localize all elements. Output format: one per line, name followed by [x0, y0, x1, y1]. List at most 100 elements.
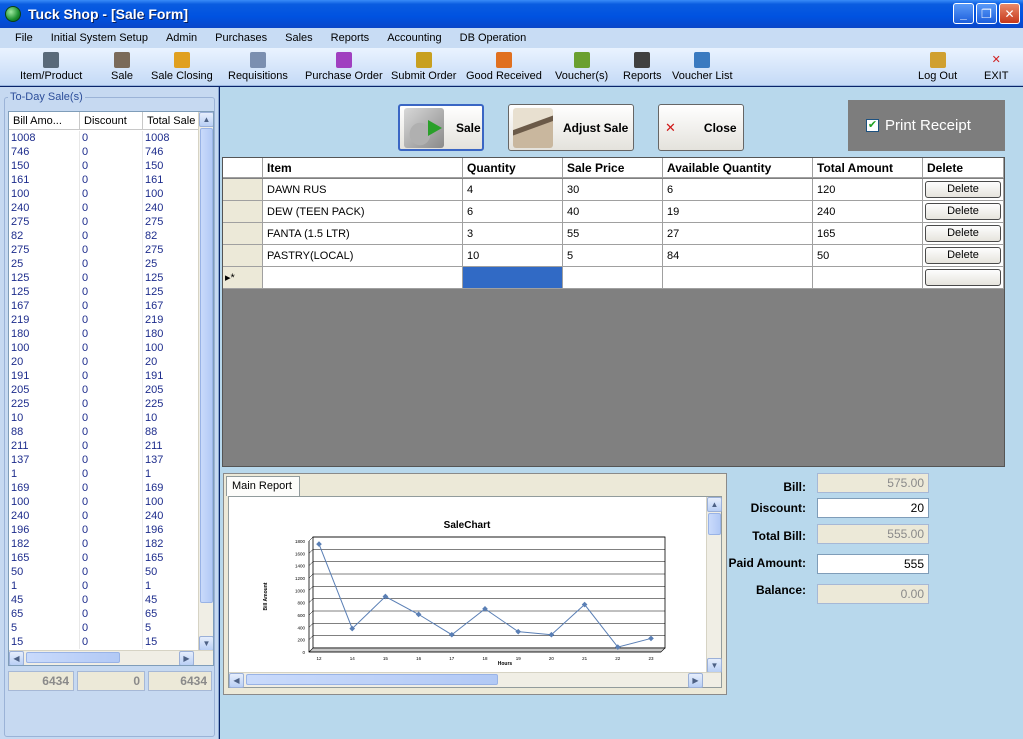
- menu-initial-system-setup[interactable]: Initial System Setup: [42, 32, 157, 44]
- sale-item-row[interactable]: DAWN RUS 4 30 6 120 Delete: [223, 179, 1004, 201]
- sale-row[interactable]: 746 0 746: [9, 145, 199, 159]
- sale-row[interactable]: 100 0 100: [9, 495, 199, 509]
- quantity-cell[interactable]: 6: [463, 201, 563, 223]
- row-selector[interactable]: [223, 179, 263, 201]
- sale-row[interactable]: 219 0 219: [9, 313, 199, 327]
- sale-row[interactable]: 125 0 125: [9, 285, 199, 299]
- sale-row[interactable]: 101: [9, 579, 199, 593]
- sale-item-row[interactable]: FANTA (1.5 LTR) 3 55 27 165 Delete: [223, 223, 1004, 245]
- print-receipt-checkbox[interactable]: ✔ Print Receipt: [848, 100, 1005, 151]
- toolbar-voucher-list-button[interactable]: Voucher List: [672, 52, 733, 82]
- item-cell[interactable]: DEW (TEEN PACK): [263, 201, 463, 223]
- col-bill-amount[interactable]: Bill Amo...: [9, 112, 80, 129]
- new-quantity-cell[interactable]: [463, 267, 563, 289]
- menu-file[interactable]: File: [6, 32, 42, 44]
- col-quantity[interactable]: Quantity: [463, 158, 563, 178]
- col-delete[interactable]: Delete: [923, 158, 1004, 178]
- sale-row[interactable]: 100 0 100: [9, 187, 199, 201]
- sale-row[interactable]: 165 0 165: [9, 551, 199, 565]
- discount-input[interactable]: 20: [817, 498, 929, 518]
- new-available-quantity-cell[interactable]: [663, 267, 813, 289]
- menu-db-operation[interactable]: DB Operation: [451, 32, 536, 44]
- menu-accounting[interactable]: Accounting: [378, 32, 450, 44]
- sale-row[interactable]: 137 0 137: [9, 453, 199, 467]
- sale-price-cell[interactable]: 30: [563, 179, 663, 201]
- sale-item-row[interactable]: DEW (TEEN PACK) 6 40 19 240 Delete: [223, 201, 1004, 223]
- sale-row[interactable]: 20 0 20: [9, 355, 199, 369]
- quantity-cell[interactable]: 10: [463, 245, 563, 267]
- scroll-thumb[interactable]: [200, 128, 213, 603]
- total-amount-cell[interactable]: 120: [813, 179, 923, 201]
- toolbar-good-received-button[interactable]: Good Received: [466, 52, 542, 82]
- sale-price-cell[interactable]: 5: [563, 245, 663, 267]
- sale-row[interactable]: 125 0 125: [9, 271, 199, 285]
- toolbar-vouchers-button[interactable]: Voucher(s): [555, 52, 608, 82]
- toolbar-purchase-order-button[interactable]: Purchase Order: [305, 52, 383, 82]
- new-total-amount-cell[interactable]: [813, 267, 923, 289]
- total-amount-cell[interactable]: 240: [813, 201, 923, 223]
- sale-row[interactable]: 240 0 240: [9, 509, 199, 523]
- toolbar-reports-button[interactable]: Reports: [623, 52, 662, 82]
- sale-row[interactable]: 211 0 211: [9, 439, 199, 453]
- sale-row[interactable]: 169 0 169: [9, 481, 199, 495]
- row-selector[interactable]: [223, 223, 263, 245]
- menu-admin[interactable]: Admin: [157, 32, 206, 44]
- col-sale-price[interactable]: Sale Price: [563, 158, 663, 178]
- item-cell[interactable]: DAWN RUS: [263, 179, 463, 201]
- toolbar-log-out-button[interactable]: Log Out: [918, 52, 957, 82]
- adjust-sale-button[interactable]: Adjust Sale: [508, 104, 634, 151]
- today-sales-vscroll[interactable]: ▲ ▼: [198, 112, 213, 651]
- menu-purchases[interactable]: Purchases: [206, 32, 276, 44]
- sale-row[interactable]: 65 0 65: [9, 607, 199, 621]
- new-item-cell[interactable]: [263, 267, 463, 289]
- sale-row[interactable]: 167 0 167: [9, 299, 199, 313]
- sale-row[interactable]: 191 0 191: [9, 369, 199, 383]
- delete-row-button[interactable]: Delete: [925, 247, 1001, 264]
- sale-row[interactable]: 240 0 240: [9, 201, 199, 215]
- report-hscroll[interactable]: ◀ ▶: [229, 672, 721, 688]
- new-row-delete-button[interactable]: [925, 269, 1001, 286]
- scroll-up-icon[interactable]: ▲: [199, 112, 213, 127]
- report-scroll-left-icon[interactable]: ◀: [229, 673, 244, 688]
- sale-row[interactable]: 275 0 275: [9, 243, 199, 257]
- total-amount-cell[interactable]: 50: [813, 245, 923, 267]
- total-amount-cell[interactable]: 165: [813, 223, 923, 245]
- sale-row[interactable]: 196 0 196: [9, 523, 199, 537]
- sale-button[interactable]: Sale: [398, 104, 484, 151]
- sale-row[interactable]: 10 0 10: [9, 411, 199, 425]
- sale-row[interactable]: 1008 0 1008: [9, 131, 199, 145]
- hscroll-thumb[interactable]: [26, 652, 120, 663]
- toolbar-sale-closing-button[interactable]: Sale Closing: [151, 52, 213, 82]
- col-total-amount[interactable]: Total Amount: [813, 158, 923, 178]
- sale-row[interactable]: 225 0 225: [9, 397, 199, 411]
- row-selector[interactable]: [223, 201, 263, 223]
- sale-row[interactable]: 180 0 180: [9, 327, 199, 341]
- close-window-button[interactable]: ✕: [999, 3, 1020, 24]
- available-quantity-cell[interactable]: 27: [663, 223, 813, 245]
- scroll-left-icon[interactable]: ◀: [9, 651, 24, 665]
- scroll-down-icon[interactable]: ▼: [199, 636, 213, 651]
- available-quantity-cell[interactable]: 84: [663, 245, 813, 267]
- sale-price-cell[interactable]: 40: [563, 201, 663, 223]
- item-cell[interactable]: PASTRY(LOCAL): [263, 245, 463, 267]
- available-quantity-cell[interactable]: 6: [663, 179, 813, 201]
- report-scroll-right-icon[interactable]: ▶: [688, 673, 703, 688]
- checkbox-checked-icon[interactable]: ✔: [866, 119, 879, 132]
- toolbar-sale-button[interactable]: Sale: [111, 52, 133, 82]
- sale-item-row[interactable]: PASTRY(LOCAL) 10 5 84 50 Delete: [223, 245, 1004, 267]
- sale-row[interactable]: 505: [9, 621, 199, 635]
- paid-amount-input[interactable]: 555: [817, 554, 929, 574]
- menu-reports[interactable]: Reports: [322, 32, 379, 44]
- today-sales-hscroll[interactable]: ◀ ▶: [9, 650, 213, 665]
- sale-price-cell[interactable]: 55: [563, 223, 663, 245]
- toolbar-item-product-button[interactable]: Item/Product: [20, 52, 82, 82]
- tab-main-report[interactable]: Main Report: [226, 476, 300, 496]
- sale-row[interactable]: 150 0 150: [9, 159, 199, 173]
- sale-row[interactable]: 182 0 182: [9, 537, 199, 551]
- sale-row[interactable]: 100 0 100: [9, 341, 199, 355]
- sale-row[interactable]: 205 0 205: [9, 383, 199, 397]
- sale-row[interactable]: 88 0 88: [9, 425, 199, 439]
- toolbar-submit-order-button[interactable]: Submit Order: [391, 52, 456, 82]
- sale-row[interactable]: 25 0 25: [9, 257, 199, 271]
- sale-row[interactable]: 45 0 45: [9, 593, 199, 607]
